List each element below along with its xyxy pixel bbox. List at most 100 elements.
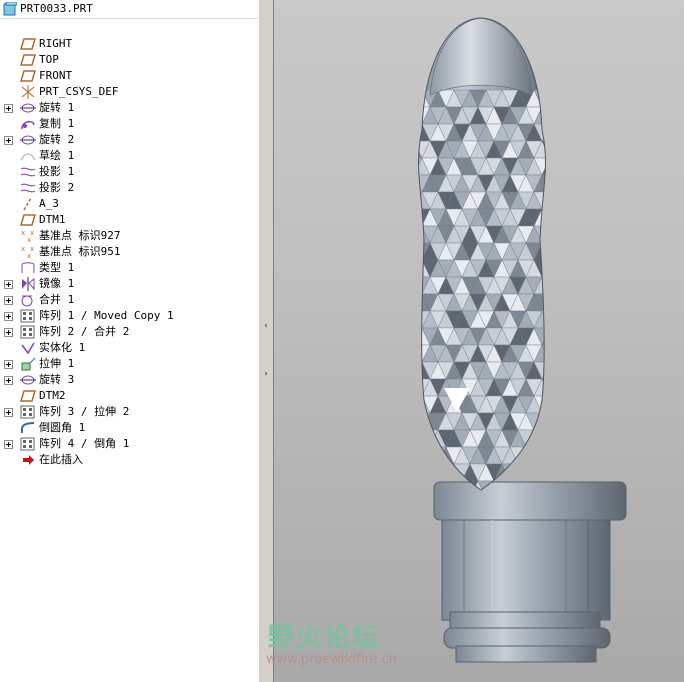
tree-item[interactable]: RIGHT	[0, 36, 258, 52]
model-facet	[541, 259, 546, 278]
tree-item[interactable]: 在此插入	[0, 452, 258, 468]
model-facet	[566, 90, 582, 107]
type-icon	[20, 261, 36, 275]
expand-plus-icon[interactable]	[4, 104, 13, 113]
model-facet	[421, 446, 439, 465]
expand-plus-icon[interactable]	[4, 408, 13, 417]
tree-item[interactable]: DTM1	[0, 212, 258, 228]
model-facet	[550, 260, 566, 277]
datum-plane-icon	[19, 69, 37, 83]
tree-item[interactable]: 阵列 1 / Moved Copy 1	[0, 308, 258, 324]
tree-item[interactable]: 投影 1	[0, 164, 258, 180]
model-facet	[558, 345, 574, 362]
model-facet	[558, 447, 574, 464]
model-facet	[541, 276, 546, 295]
expand-plus-icon[interactable]	[4, 280, 13, 289]
graphics-viewport[interactable]	[274, 0, 684, 682]
expand-plus-icon[interactable]	[4, 296, 13, 305]
tree-item[interactable]: 旋转 1	[0, 100, 258, 116]
model-facet	[558, 379, 574, 396]
expand-plus-icon[interactable]	[4, 312, 13, 321]
tree-item[interactable]: TOP	[0, 52, 258, 68]
tree-item[interactable]: DTM2	[0, 388, 258, 404]
pattern-icon	[20, 405, 36, 419]
tree-item[interactable]: 草绘 1	[0, 148, 258, 164]
tree-item[interactable]: PRT_CSYS_DEF	[0, 84, 258, 100]
model-facet	[550, 192, 566, 209]
model-facet	[398, 124, 414, 141]
tree-item[interactable]: 旋转 3	[0, 372, 258, 388]
expand-plus-icon[interactable]	[4, 376, 13, 385]
tree-item[interactable]: 复制 1	[0, 116, 258, 132]
datum-plane-icon	[19, 389, 37, 403]
expand-right-icon[interactable]: ›	[262, 366, 270, 382]
expand-plus-icon[interactable]	[4, 360, 13, 369]
model-facet	[550, 464, 566, 481]
watermark-url: www.proewildfire.cn	[266, 652, 397, 667]
tree-item-label: 镜像 1	[39, 277, 75, 290]
pattern-icon	[20, 325, 36, 339]
model-facet	[574, 209, 590, 226]
tree-root[interactable]: PRT0033.PRT	[0, 1, 258, 17]
extrude-icon	[20, 357, 36, 371]
model-facet	[566, 158, 582, 175]
tree-item[interactable]: x x x 基准点 标识927	[0, 228, 258, 244]
model-facet	[550, 345, 566, 362]
datum-plane-icon	[19, 37, 37, 51]
model-facet	[398, 430, 414, 447]
tree-item-label: PRT0033.PRT	[20, 2, 93, 15]
svg-text:x: x	[30, 229, 34, 237]
model-facet	[566, 209, 582, 226]
expand-plus-icon[interactable]	[4, 440, 13, 449]
watermark-text: 野火论坛	[268, 623, 381, 653]
tree-item[interactable]: 倒圆角 1	[0, 420, 258, 436]
model-facet	[550, 277, 566, 294]
model-facet	[566, 294, 582, 311]
tree-item[interactable]: FRONT	[0, 68, 258, 84]
insert-here-arrow-icon	[20, 453, 36, 467]
tree-item[interactable]: 拉伸 1	[0, 356, 258, 372]
tree-item[interactable]: 投影 2	[0, 180, 258, 196]
tree-item[interactable]: 合并 1	[0, 292, 258, 308]
pattern-icon	[20, 309, 36, 323]
tree-item[interactable]: 阵列 4 / 倒角 1	[0, 436, 258, 452]
expand-plus-icon[interactable]	[4, 328, 13, 337]
model-facet	[558, 141, 574, 158]
tree-item[interactable]: A_3	[0, 196, 258, 212]
sketch-icon	[20, 149, 36, 163]
model-facet	[550, 379, 566, 396]
panel-splitter[interactable]: ‹ ›	[258, 0, 274, 682]
tree-item-label: 旋转 1	[39, 101, 75, 114]
model-facet	[558, 107, 574, 124]
tree-item[interactable]: x x x 基准点 标识951	[0, 244, 258, 260]
model-facet	[558, 124, 574, 141]
model-facet	[574, 345, 590, 362]
model-facet	[566, 345, 582, 362]
tree-item[interactable]: 实体化 1	[0, 340, 258, 356]
model-facet	[533, 429, 546, 448]
model-facet	[550, 226, 566, 243]
model-facet	[550, 328, 566, 345]
tree-item[interactable]: 阵列 2 / 合并 2	[0, 324, 258, 340]
tree-item-label: FRONT	[39, 69, 73, 82]
model-facet	[533, 446, 546, 465]
tree-item[interactable]: 镜像 1	[0, 276, 258, 292]
solidify-icon	[20, 341, 36, 355]
model-facet	[550, 362, 566, 379]
model-facet	[558, 413, 574, 430]
model-facet	[418, 310, 423, 329]
collapse-left-icon[interactable]: ‹	[262, 318, 270, 334]
expand-plus-icon[interactable]	[4, 136, 13, 145]
model-facet	[574, 311, 590, 328]
tree-item[interactable]: 类型 1	[0, 260, 258, 276]
model-facet	[574, 107, 590, 124]
tree-item[interactable]: 旋转 2	[0, 132, 258, 148]
model-facet	[437, 463, 455, 482]
datum-plane-icon	[19, 53, 37, 67]
model-facet	[566, 447, 582, 464]
datum-point-icon: xxx	[20, 245, 36, 260]
tree-item[interactable]: 阵列 3 / 拉伸 2	[0, 404, 258, 420]
model-facet	[566, 430, 582, 447]
model-facet	[398, 226, 414, 243]
model-facet	[398, 90, 414, 107]
